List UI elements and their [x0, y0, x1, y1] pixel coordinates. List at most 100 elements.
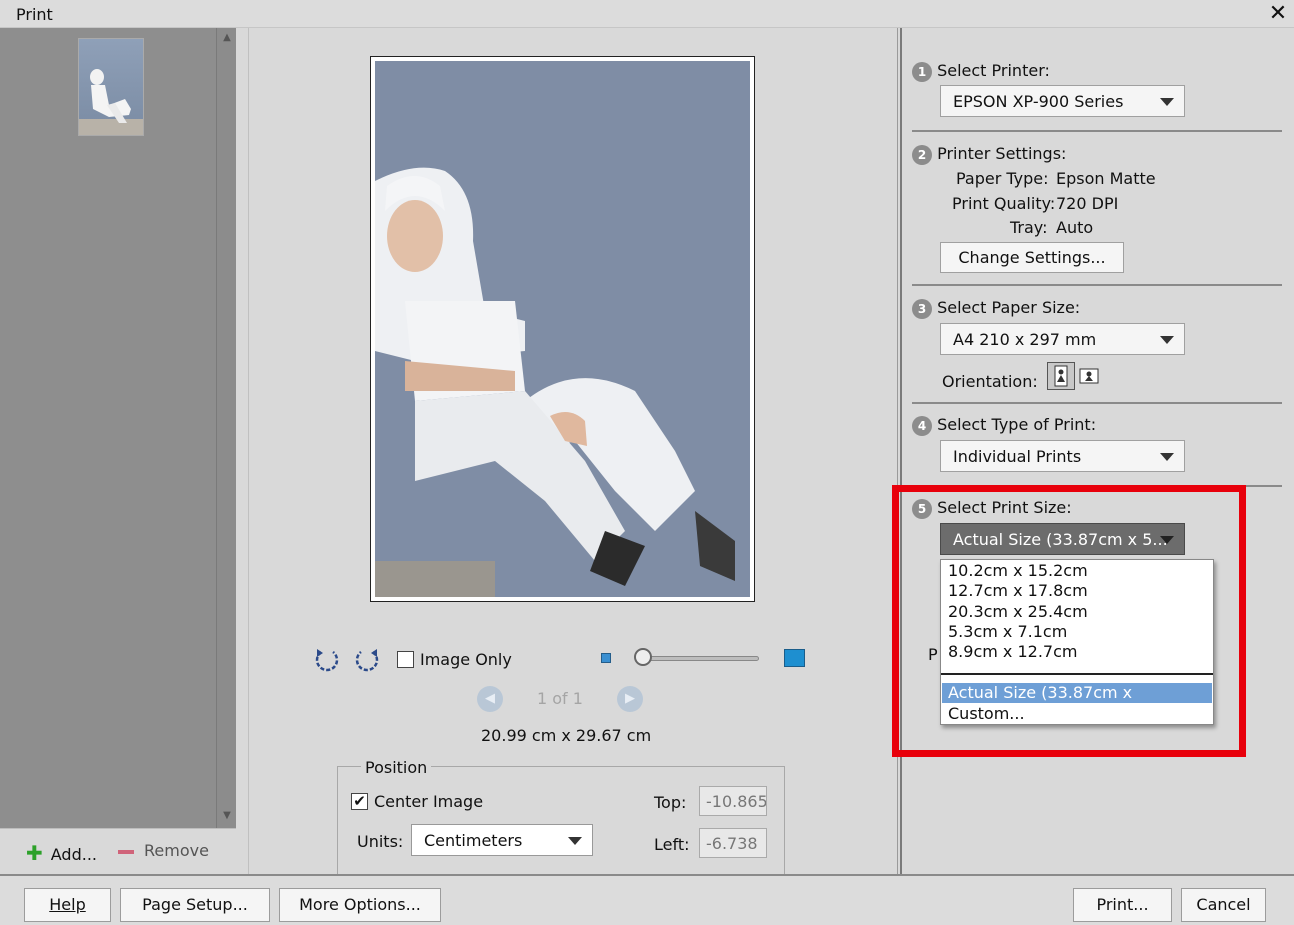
center-image-checkbox[interactable]: ✔ Center Image — [351, 791, 483, 811]
image-only-checkbox[interactable]: Image Only — [397, 649, 512, 669]
change-settings-button[interactable]: Change Settings... — [940, 242, 1124, 273]
top-label: Top: — [654, 793, 687, 812]
step-3-header: 3 Select Paper Size: — [912, 298, 1080, 319]
units-value: Centimeters — [424, 831, 523, 850]
obscured-label: P — [928, 645, 938, 664]
print-button[interactable]: Print... — [1073, 888, 1172, 922]
page-indicator: 1 of 1 — [537, 689, 583, 708]
thumbnail-panel: ▲ ▼ ✚ Add... Remove — [0, 28, 236, 874]
more-options-label: More Options... — [299, 895, 421, 914]
print-size-option[interactable]: 10.2cm x 15.2cm — [942, 561, 1212, 581]
step-5-header: 5 Select Print Size: — [912, 498, 1072, 519]
step-1-icon: 1 — [912, 62, 932, 82]
units-label: Units: — [357, 832, 404, 851]
divider — [912, 485, 1282, 487]
paper-size-dropdown[interactable]: A4 210 x 297 mm — [940, 323, 1185, 355]
next-page-icon[interactable]: ▶ — [617, 686, 643, 712]
cancel-label: Cancel — [1196, 895, 1251, 914]
step-4-icon: 4 — [912, 416, 932, 436]
photo-thumbnail[interactable] — [78, 38, 144, 136]
tray-label: Tray: — [1010, 218, 1048, 237]
title-bar: Print ✕ — [0, 0, 1294, 28]
options-separator — [941, 673, 1213, 675]
printer-value: EPSON XP-900 Series — [953, 92, 1124, 111]
left-input[interactable] — [699, 828, 767, 858]
print-type-dropdown[interactable]: Individual Prints — [940, 440, 1185, 472]
landscape-orientation-icon[interactable] — [1078, 365, 1100, 387]
paper-dimensions: 20.99 cm x 29.67 cm — [481, 726, 652, 745]
print-size-option[interactable]: 12.7cm x 17.8cm — [942, 581, 1212, 601]
thumbnail-image — [79, 69, 143, 135]
thumbnail-scrollbar[interactable]: ▲ ▼ — [216, 28, 236, 828]
left-label: Left: — [654, 835, 690, 854]
chevron-down-icon — [1160, 453, 1174, 461]
paper-size-value: A4 210 x 297 mm — [953, 330, 1097, 349]
page-setup-button[interactable]: Page Setup... — [120, 888, 270, 922]
scroll-up-icon[interactable]: ▲ — [220, 32, 234, 46]
remove-button[interactable]: Remove — [118, 841, 209, 860]
help-label: Help — [49, 895, 86, 914]
photo-figure — [375, 61, 750, 597]
checkbox-box[interactable] — [397, 651, 414, 668]
top-input[interactable] — [699, 786, 767, 816]
previous-page-icon[interactable]: ◀ — [477, 686, 503, 712]
page-setup-label: Page Setup... — [142, 895, 248, 914]
minus-icon — [118, 849, 134, 854]
plus-icon: ✚ — [26, 841, 43, 865]
zoom-in-icon[interactable] — [784, 649, 805, 667]
print-label: Print... — [1096, 895, 1149, 914]
chevron-down-icon — [1160, 98, 1174, 106]
position-legend: Position — [361, 758, 432, 777]
select-paper-size-title: Select Paper Size: — [937, 298, 1081, 317]
portrait-orientation-icon[interactable] — [1047, 362, 1075, 390]
orientation-label: Orientation: — [942, 372, 1038, 391]
zoom-slider[interactable] — [635, 656, 759, 661]
bottom-button-bar: Help Page Setup... More Options... Print… — [0, 874, 1294, 925]
step-1-header: 1 Select Printer: — [912, 61, 1050, 82]
thumbnail-footer: ✚ Add... Remove — [0, 828, 236, 874]
print-size-option[interactable]: 8.9cm x 12.7cm — [942, 642, 1212, 662]
print-size-option-custom[interactable]: Custom... — [942, 704, 1212, 724]
printer-settings-title: Printer Settings: — [937, 144, 1067, 163]
print-size-option[interactable]: 5.3cm x 7.1cm — [942, 622, 1212, 642]
center-image-label: Center Image — [374, 792, 484, 811]
zoom-slider-handle[interactable] — [634, 648, 652, 666]
print-quality-label: Print Quality: — [952, 194, 1056, 213]
scroll-down-icon[interactable]: ▼ — [220, 810, 234, 824]
rotate-right-icon[interactable] — [353, 646, 381, 674]
preview-panel: Image Only ◀ 1 of 1 ▶ 20.99 cm x 29.67 c… — [248, 28, 898, 876]
print-quality-value: 720 DPI — [1056, 194, 1119, 213]
divider — [912, 130, 1282, 132]
step-5-icon: 5 — [912, 499, 932, 519]
add-button[interactable]: ✚ Add... — [26, 841, 97, 865]
window-title: Print — [16, 5, 53, 24]
print-size-options-list: 10.2cm x 15.2cm 12.7cm x 17.8cm 20.3cm x… — [940, 559, 1214, 725]
zoom-out-icon[interactable] — [601, 653, 611, 663]
chevron-down-icon — [1160, 336, 1174, 344]
units-dropdown[interactable]: Centimeters — [411, 824, 593, 856]
divider — [912, 402, 1282, 404]
cancel-button[interactable]: Cancel — [1181, 888, 1266, 922]
print-size-option[interactable]: 20.3cm x 25.4cm — [942, 602, 1212, 622]
print-size-dropdown[interactable]: Actual Size (33.87cm x 5... — [940, 523, 1185, 555]
add-label: Add... — [50, 845, 97, 864]
tray-value: Auto — [1056, 218, 1094, 237]
position-group — [337, 766, 785, 876]
page-preview — [370, 56, 755, 602]
divider — [912, 284, 1282, 286]
printer-dropdown[interactable]: EPSON XP-900 Series — [940, 85, 1185, 117]
close-icon[interactable]: ✕ — [1264, 1, 1292, 27]
help-button[interactable]: Help — [24, 888, 111, 922]
more-options-button[interactable]: More Options... — [279, 888, 441, 922]
step-3-icon: 3 — [912, 299, 932, 319]
paper-type-label: Paper Type: — [956, 169, 1049, 188]
paper-type-value: Epson Matte — [1056, 169, 1156, 188]
print-size-option-selected[interactable]: Actual Size (33.87cm x 50.80cm) — [942, 683, 1212, 722]
rotate-left-icon[interactable] — [313, 646, 341, 674]
select-printer-title: Select Printer: — [937, 61, 1050, 80]
chevron-down-icon — [568, 837, 582, 845]
photo-preview[interactable] — [375, 61, 750, 597]
select-type-of-print-title: Select Type of Print: — [937, 415, 1097, 434]
step-2-header: 2 Printer Settings: — [912, 144, 1066, 165]
checkbox-checked-icon[interactable]: ✔ — [351, 793, 368, 810]
